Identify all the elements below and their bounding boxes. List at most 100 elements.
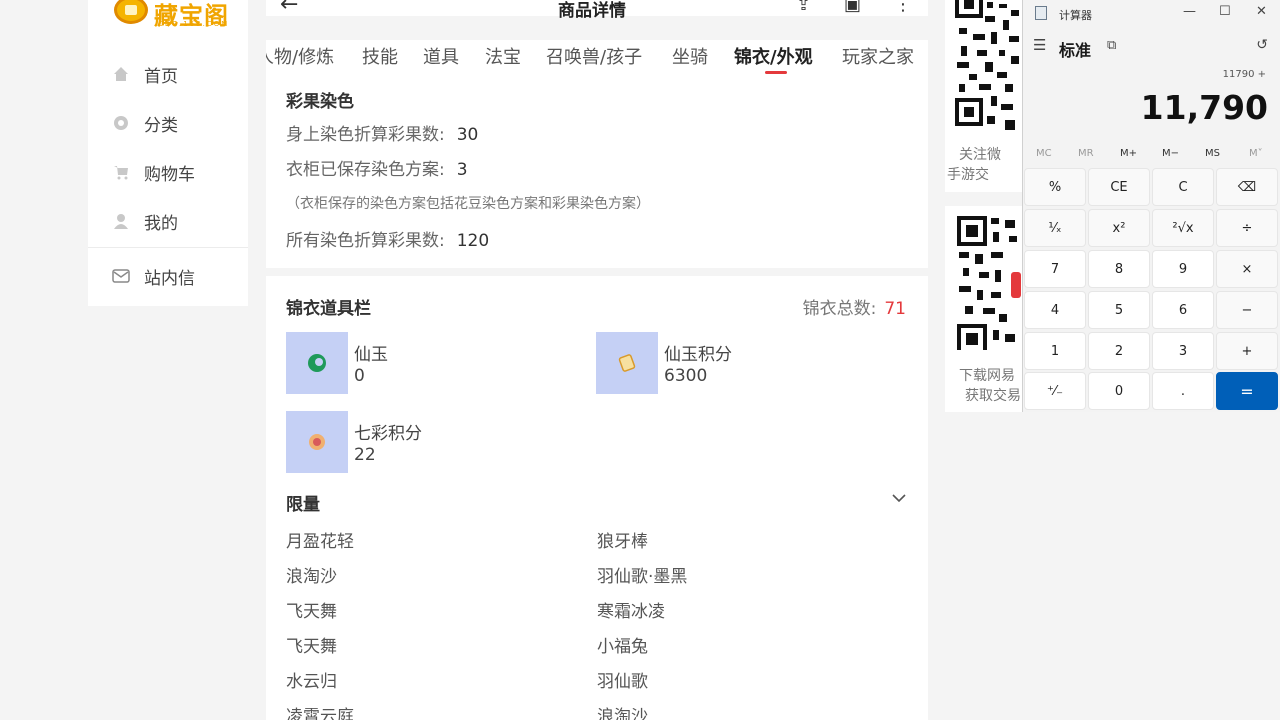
limited-item[interactable]: 凌霄云庭: [286, 702, 354, 720]
total-label: 锦衣总数:: [802, 299, 877, 319]
bag-icon[interactable]: ▣: [844, 0, 861, 15]
sidebar-item-category[interactable]: 分类: [112, 111, 178, 136]
history-icon[interactable]: ↺: [1256, 37, 1268, 53]
digit-2-button[interactable]: 2: [1088, 332, 1150, 370]
sidebar-item-home[interactable]: 首页: [112, 62, 178, 87]
category-icon: [112, 114, 130, 132]
divide-button[interactable]: ÷: [1216, 209, 1278, 247]
dye-note: （衣柜保存的染色方案包括花豆染色方案和彩果染色方案）: [286, 196, 650, 212]
cart-icon: [112, 163, 130, 181]
calculator-window: 计算器 — ☐ ✕ ☰ 标准 ⧉ ↺ 11790 + 11,790 MC MR …: [1022, 0, 1280, 412]
mc-button[interactable]: MC: [1036, 148, 1052, 159]
limited-item[interactable]: 小福兔: [597, 632, 648, 657]
digit-7-button[interactable]: 7: [1024, 250, 1086, 288]
keep-on-top-icon[interactable]: ⧉: [1107, 38, 1116, 53]
equals-button[interactable]: =: [1216, 372, 1278, 410]
decimal-button[interactable]: .: [1152, 372, 1214, 410]
section-title: 锦衣道具栏: [286, 299, 371, 319]
cbg-logo[interactable]: 藏宝阁 CBG.163.COM: [110, 0, 230, 36]
maximize-icon[interactable]: ☐: [1219, 4, 1231, 19]
limited-item[interactable]: 浪淘沙: [286, 562, 337, 587]
clear-entry-button[interactable]: CE: [1088, 168, 1150, 206]
digit-8-button[interactable]: 8: [1088, 250, 1150, 288]
backspace-button[interactable]: ⌫: [1216, 168, 1278, 206]
chevron-down-icon[interactable]: [892, 488, 906, 507]
limited-item[interactable]: 羽仙歌: [597, 667, 648, 692]
wardrobe-total: 锦衣总数: 71: [803, 294, 906, 319]
limited-item[interactable]: 飞天舞: [286, 632, 337, 657]
sqrt-button[interactable]: ²√x: [1152, 209, 1214, 247]
m-plus-button[interactable]: M+: [1120, 148, 1137, 159]
share-icon[interactable]: ⇪: [796, 0, 811, 15]
qr-caption: 下载网易: [959, 368, 1015, 384]
user-icon: [112, 212, 130, 230]
calculator-display: 11,790: [1140, 88, 1268, 127]
m-minus-button[interactable]: M−: [1162, 148, 1179, 159]
tab-skills[interactable]: 技能: [362, 43, 398, 69]
ms-button[interactable]: MS: [1205, 148, 1220, 159]
limited-item[interactable]: 浪淘沙: [597, 702, 648, 720]
digit-9-button[interactable]: 9: [1152, 250, 1214, 288]
wardrobe-item[interactable]: 七彩积分 22: [286, 411, 566, 475]
reciprocal-button[interactable]: ¹⁄ₓ: [1024, 209, 1086, 247]
tab-mounts[interactable]: 坐骑: [672, 43, 708, 69]
memory-list-button[interactable]: M˅: [1249, 148, 1263, 159]
limited-item[interactable]: 水云归: [286, 667, 337, 692]
section-title: 彩果染色: [286, 92, 354, 112]
subtract-button[interactable]: −: [1216, 291, 1278, 329]
dye-total-row: 所有染色折算彩果数: 120: [286, 226, 489, 251]
square-button[interactable]: x²: [1088, 209, 1150, 247]
limited-item[interactable]: 月盈花轻: [286, 527, 354, 552]
item-name: 仙玉: [354, 345, 388, 365]
minimize-icon[interactable]: —: [1183, 4, 1196, 19]
tab-treasure[interactable]: 法宝: [485, 43, 521, 69]
tab-player-home[interactable]: 玩家之家: [842, 43, 914, 69]
more-icon[interactable]: ⋮: [894, 0, 912, 15]
tab-character[interactable]: 人物/修炼: [266, 43, 334, 69]
limited-item[interactable]: 寒霜冰凌: [597, 597, 665, 622]
sidebar-item-label: 购物车: [144, 164, 195, 185]
rainbow-points-icon: [286, 411, 348, 473]
wardrobe-item[interactable]: 仙玉 0: [286, 332, 566, 396]
negate-button[interactable]: ⁺⁄₋: [1024, 372, 1086, 410]
row-label: 所有染色折算彩果数:: [286, 231, 445, 251]
limited-item[interactable]: 飞天舞: [286, 597, 337, 622]
percent-button[interactable]: %: [1024, 168, 1086, 206]
dye-section: 彩果染色 身上染色折算彩果数: 30 衣柜已保存染色方案: 3 （衣柜保存的染色方案…: [266, 76, 928, 268]
sidebar-divider: [88, 247, 248, 248]
digit-5-button[interactable]: 5: [1088, 291, 1150, 329]
sidebar-item-cart[interactable]: 购物车: [112, 160, 195, 185]
total-value: 71: [884, 299, 906, 319]
item-name: 七彩积分: [354, 424, 422, 444]
sidebar-item-messages[interactable]: 站内信: [112, 264, 195, 289]
calculator-mode-title: 标准: [1059, 41, 1092, 60]
tab-pets[interactable]: 召唤兽/孩子: [546, 43, 642, 69]
item-count: 22: [354, 445, 376, 465]
mr-button[interactable]: MR: [1078, 148, 1094, 159]
row-value: 30: [456, 125, 479, 145]
sidebar-item-label: 分类: [144, 115, 178, 136]
back-arrow-icon[interactable]: ←: [280, 0, 298, 17]
digit-0-button[interactable]: 0: [1088, 372, 1150, 410]
wardrobe-item[interactable]: 仙玉积分 6300: [596, 332, 876, 396]
multiply-button[interactable]: ×: [1216, 250, 1278, 288]
digit-4-button[interactable]: 4: [1024, 291, 1086, 329]
sidebar: 藏宝阁 CBG.163.COM 首页 分类 购物车 我的 站内信: [88, 0, 248, 306]
tab-outfits[interactable]: 锦衣/外观: [734, 43, 813, 69]
product-detail-panel: ← 商品详情 ⇪ ▣ ⋮ 人物/修炼 技能 道具 法宝 召唤兽/孩子 坐骑 锦衣…: [266, 0, 928, 720]
add-button[interactable]: +: [1216, 332, 1278, 370]
digit-6-button[interactable]: 6: [1152, 291, 1214, 329]
qr-caption: 获取交易: [965, 388, 1021, 404]
digit-3-button[interactable]: 3: [1152, 332, 1214, 370]
digit-1-button[interactable]: 1: [1024, 332, 1086, 370]
sidebar-item-mine[interactable]: 我的: [112, 209, 178, 234]
limited-item[interactable]: 羽仙歌·墨黑: [597, 562, 687, 587]
app-download-qr-card: 下载网易 获取交易: [945, 206, 1023, 412]
hamburger-menu-icon[interactable]: ☰: [1033, 36, 1046, 54]
clear-button[interactable]: C: [1152, 168, 1214, 206]
item-name: 仙玉积分: [664, 345, 732, 365]
detail-tabs: 人物/修炼 技能 道具 法宝 召唤兽/孩子 坐骑 锦衣/外观 玩家之家: [266, 40, 928, 76]
close-icon[interactable]: ✕: [1256, 4, 1267, 19]
limited-item[interactable]: 狼牙棒: [597, 527, 648, 552]
tab-items[interactable]: 道具: [423, 43, 459, 69]
